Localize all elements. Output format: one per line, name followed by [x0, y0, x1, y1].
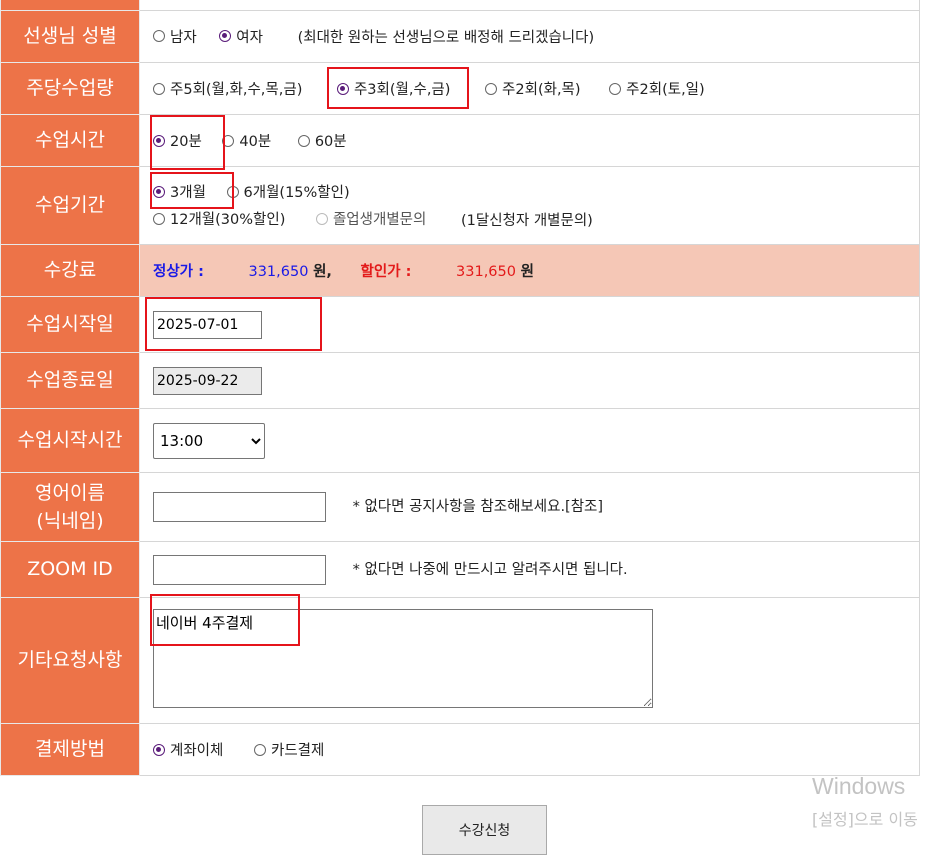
- radio-button-selected[interactable]: [219, 30, 232, 43]
- radio-button[interactable]: [222, 134, 235, 147]
- radio-button-disabled: [315, 212, 328, 225]
- zoom-id-label: ZOOM ID: [0, 541, 140, 598]
- radio-button[interactable]: [297, 134, 310, 147]
- start-date-input[interactable]: [153, 310, 262, 339]
- submit-button[interactable]: 수강신청: [422, 805, 547, 855]
- top-label-cell: [0, 0, 140, 11]
- end-date-label: 수업종료일: [0, 352, 140, 409]
- start-time-field: 13:00: [139, 408, 920, 473]
- english-name-note: * 없다면 공지사항을 참조해보세요.[참조]: [352, 499, 604, 515]
- weekly-3-option[interactable]: 주3회(월,수,금): [336, 78, 450, 99]
- radio-button-selected[interactable]: [153, 134, 165, 147]
- english-name-label-line2: (닉네임): [36, 510, 104, 532]
- radio-button[interactable]: [153, 212, 165, 225]
- radio-button[interactable]: [153, 30, 165, 43]
- radio-button[interactable]: [253, 743, 266, 756]
- end-date-input: [153, 366, 262, 395]
- zoom-id-input[interactable]: [153, 554, 326, 585]
- class-period-field: 3개월 6개월(15%할인) 12개월(30%할인) 졸업생개별문의 (1달신청…: [139, 166, 920, 245]
- english-name-input[interactable]: [153, 492, 326, 522]
- other-requests-field: 네이버 4주결제: [139, 597, 920, 724]
- sale-price-value: 331,650: [456, 264, 516, 280]
- gender-male-option[interactable]: 남자: [153, 26, 197, 47]
- radio-button[interactable]: [226, 185, 239, 198]
- sale-price-label: 할인가 :: [360, 264, 412, 280]
- normal-price-unit: 원,: [313, 264, 332, 280]
- top-field-cell: [139, 0, 920, 11]
- payment-card-option[interactable]: 카드결제: [253, 739, 324, 760]
- radio-button-selected[interactable]: [153, 743, 165, 756]
- time-40-option[interactable]: 40분: [222, 130, 271, 151]
- weekly-5-option[interactable]: 주5회(월,화,수,목,금): [153, 78, 302, 99]
- other-requests-textarea[interactable]: 네이버 4주결제: [153, 609, 653, 708]
- class-time-field: 20분 40분 60분: [139, 114, 920, 167]
- english-name-label-line1: 영어이름: [35, 481, 105, 504]
- zoom-id-field: * 없다면 나중에 만드시고 알려주시면 됩니다.: [139, 541, 920, 598]
- payment-label: 결제방법: [0, 723, 140, 776]
- windows-activation-watermark: Windows: [812, 773, 906, 799]
- time-20-option[interactable]: 20분: [153, 130, 202, 151]
- teacher-gender-label: 선생님 성별: [0, 10, 140, 63]
- start-time-select[interactable]: 13:00: [153, 422, 265, 459]
- weekly-2-weekday-option[interactable]: 주2회(화,목): [485, 78, 581, 99]
- end-date-field: [139, 352, 920, 409]
- time-60-option[interactable]: 60분: [297, 130, 347, 151]
- other-requests-label: 기타요청사항: [0, 597, 140, 724]
- radio-button[interactable]: [609, 82, 622, 95]
- radio-button[interactable]: [153, 82, 165, 95]
- period-note: (1달신청자 개별문의): [460, 212, 593, 229]
- start-date-label: 수업시작일: [0, 296, 140, 353]
- period-6m-option[interactable]: 6개월(15%할인): [226, 181, 350, 202]
- gender-note: (최대한 원하는 선생님으로 배정해 드리겠습니다): [297, 30, 595, 47]
- radio-button-selected[interactable]: [153, 185, 165, 198]
- radio-button-selected[interactable]: [336, 82, 349, 95]
- start-time-label: 수업시작시간: [0, 408, 140, 473]
- application-form: 선생님 성별 남자 여자 (최대한 원하는 선생님으로 배정해 드리겠습니다) …: [0, 0, 920, 776]
- payment-field: 계좌이체 카드결제: [139, 723, 920, 776]
- fee-label: 수강료: [0, 244, 140, 297]
- radio-button[interactable]: [485, 82, 498, 95]
- windows-activation-hint: [설정]으로 이동: [812, 810, 918, 829]
- english-name-label: 영어이름 (닉네임): [0, 472, 140, 542]
- zoom-id-note: * 없다면 나중에 만드시고 알려주시면 됩니다.: [352, 561, 628, 578]
- normal-price-label: 정상가 :: [153, 264, 204, 280]
- sale-price-unit: 원: [520, 264, 534, 280]
- start-date-field: [139, 296, 920, 353]
- payment-transfer-option[interactable]: 계좌이체: [153, 739, 223, 760]
- gender-female-option[interactable]: 여자: [219, 26, 263, 47]
- weekly-2-weekend-option[interactable]: 주2회(토,일): [609, 78, 705, 99]
- fee-field: 정상가 : 331,650 원, 할인가 : 331,650 원: [139, 244, 920, 297]
- weekly-amount-label: 주당수업량: [0, 62, 140, 115]
- english-name-field: * 없다면 공지사항을 참조해보세요.[참조]: [139, 472, 920, 542]
- period-3m-option[interactable]: 3개월: [153, 181, 206, 202]
- class-time-label: 수업시간: [0, 114, 140, 167]
- weekly-amount-field: 주5회(월,화,수,목,금) 주3회(월,수,금) 주2회(화,목) 주2회(토…: [139, 62, 920, 115]
- class-period-label: 수업기간: [0, 166, 140, 245]
- teacher-gender-field: 남자 여자 (최대한 원하는 선생님으로 배정해 드리겠습니다): [139, 10, 920, 63]
- period-graduate-option: 졸업생개별문의: [315, 208, 426, 229]
- period-12m-option[interactable]: 12개월(30%할인): [153, 208, 285, 229]
- normal-price-value: 331,650: [248, 264, 309, 280]
